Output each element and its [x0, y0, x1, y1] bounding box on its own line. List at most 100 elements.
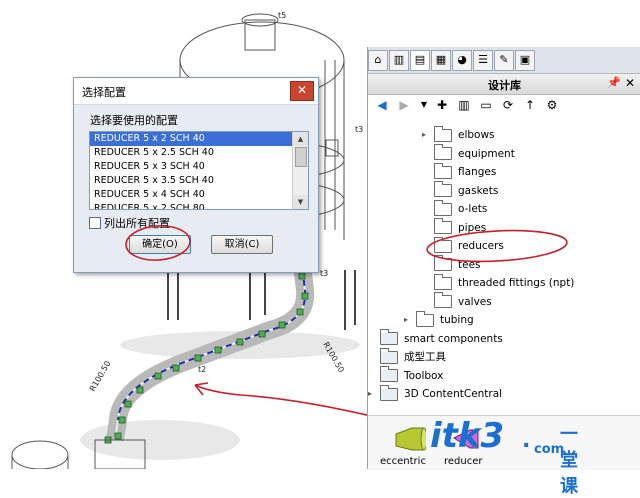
tree-item-smart-components[interactable]: smart components	[380, 329, 503, 348]
pane-toolbar: ◀ ▶ ▼ ✚ ▥ ▭ ⟳ ↑ ⚙	[368, 94, 640, 116]
new-folder-icon[interactable]: ▭	[478, 97, 494, 113]
dialog-title: 选择配置	[82, 86, 126, 99]
thumbnail-eccentric[interactable]: eccentric	[378, 422, 428, 468]
expand-icon[interactable]: ▸	[404, 311, 414, 329]
route-point-marker	[194, 354, 202, 362]
tree-item-label: Toolbox	[404, 369, 444, 382]
folder-icon	[380, 366, 398, 382]
folder-icon	[434, 236, 452, 253]
configuration-list-item[interactable]: REDUCER 5 x 2.5 SCH 40	[90, 146, 292, 160]
refresh-icon[interactable]: ⟳	[500, 97, 516, 113]
up-icon[interactable]: ↑	[522, 97, 538, 113]
design-library-icon[interactable]: ▤	[410, 50, 430, 71]
route-point-marker	[214, 346, 222, 354]
resources-icon[interactable]: ▥	[389, 50, 409, 71]
watermark-cn: 一堂课	[560, 424, 578, 497]
cancel-button[interactable]: 取消(C)	[211, 235, 273, 254]
tree-item-label: tees	[458, 258, 481, 271]
view-palette-icon[interactable]: ✎	[494, 50, 514, 71]
pane-title: 设计库	[488, 79, 521, 92]
route-point-marker	[118, 416, 126, 424]
folder-icon	[434, 255, 452, 271]
tree-item-label: pipes	[458, 221, 487, 234]
tag-label: t3	[320, 269, 328, 278]
close-icon[interactable]: ✕	[290, 81, 314, 101]
folder-icon	[380, 384, 398, 401]
forward-icon[interactable]: ▶	[396, 97, 412, 113]
route-point-marker	[124, 400, 132, 408]
ok-button[interactable]: 确定(O)	[129, 235, 191, 254]
select-configuration-dialog: 选择配置 ✕ 选择要使用的配置 REDUCER 5 x 2 SCH 40 REDU…	[73, 77, 319, 273]
tree-item-tubing[interactable]: ▸ tubing	[404, 310, 474, 329]
home-icon[interactable]: ⌂	[368, 50, 388, 71]
tree-item-label: 3D ContentCentral	[404, 388, 503, 400]
tree-item-label: elbows	[458, 129, 495, 141]
custom-properties-icon[interactable]: ☰	[473, 50, 493, 71]
tree-item-label: o-lets	[458, 203, 488, 215]
tree-item-threaded-fittings-npt-[interactable]: threaded fittings (npt)	[434, 273, 574, 292]
tree-item-flanges[interactable]: flanges	[434, 162, 497, 181]
back-icon[interactable]: ◀	[374, 97, 390, 113]
tree-item-elbows[interactable]: ▸ elbows	[422, 125, 495, 144]
show-all-configs-checkbox-row[interactable]: 列出所有配置	[89, 215, 170, 231]
expand-icon[interactable]: ▸	[422, 126, 432, 144]
tree-item-成型工具[interactable]: 成型工具	[380, 347, 446, 366]
pane-close-icon[interactable]: ✕	[625, 76, 635, 90]
folder-icon	[434, 218, 452, 234]
listbox-scrollbar[interactable]: ▲ ▼	[292, 132, 308, 209]
tree-item-o-lets[interactable]: o-lets	[434, 199, 488, 218]
options-icon[interactable]: ⚙	[544, 97, 560, 113]
route-point-marker	[154, 372, 162, 380]
folder-icon	[434, 199, 452, 216]
configuration-list-item[interactable]: REDUCER 5 x 3.5 SCH 40	[90, 174, 292, 188]
tag-label: t5	[278, 11, 286, 20]
configuration-list-item[interactable]: REDUCER 5 x 4 SCH 40	[90, 188, 292, 202]
tree-item-label: reducers	[458, 240, 504, 252]
history-dropdown-icon[interactable]: ▼	[416, 97, 432, 113]
tree-item-label: equipment	[458, 147, 515, 160]
watermark-brand: itk3	[430, 416, 505, 456]
dialog-titlebar[interactable]: 选择配置 ✕	[74, 78, 318, 105]
tree-item-gaskets[interactable]: gaskets	[434, 181, 498, 200]
watermark-dot: .	[522, 428, 531, 453]
tree-item-reducers[interactable]: reducers	[434, 236, 504, 255]
add-file-location-icon[interactable]: ▥	[456, 97, 472, 113]
folder-icon	[380, 347, 398, 364]
tree-item-label: 成型工具	[404, 351, 446, 363]
dimension-label: R100.50	[88, 359, 113, 393]
configuration-list-item[interactable]: REDUCER 5 x 3 SCH 40	[90, 160, 292, 174]
expand-icon[interactable]: ▸	[368, 385, 378, 403]
tree-item-equipment[interactable]: equipment	[434, 144, 515, 163]
tree-item-pipes[interactable]: pipes	[434, 218, 487, 237]
show-all-configs-label: 列出所有配置	[104, 217, 170, 230]
configuration-listbox[interactable]: REDUCER 5 x 2 SCH 40 REDUCER 5 x 2.5 SCH …	[89, 131, 309, 210]
folder-icon	[380, 329, 398, 345]
add-to-library-icon[interactable]: ✚	[434, 97, 450, 113]
tree-item-toolbox[interactable]: Toolbox	[380, 366, 444, 385]
folder-icon	[434, 181, 452, 197]
folder-icon	[416, 310, 434, 327]
scroll-thumb[interactable]	[295, 147, 307, 167]
scroll-down-icon[interactable]: ▼	[293, 195, 308, 209]
configuration-list-item[interactable]: REDUCER 5 x 2 SCH 80	[90, 202, 292, 209]
route-point-marker	[236, 338, 244, 346]
file-explorer-icon[interactable]: ▦	[431, 50, 451, 71]
route-point-marker	[172, 364, 180, 372]
show-all-configs-checkbox[interactable]	[89, 217, 101, 229]
tree-item-tees[interactable]: tees	[434, 255, 481, 274]
appearances-icon[interactable]: ◕	[452, 50, 472, 71]
pane-header: 设计库 📌 ✕	[368, 73, 640, 95]
route-point-marker	[298, 272, 306, 280]
configuration-list-item[interactable]: REDUCER 5 x 2 SCH 40	[90, 132, 292, 146]
tree-item-3d-contentcentral[interactable]: ▸ 3D ContentCentral	[368, 384, 503, 403]
tree-item-label: flanges	[458, 166, 497, 178]
tag-label: t3	[355, 125, 363, 134]
tag-label: t2	[198, 365, 206, 374]
design-library-pane: ⌂ ▥ ▤ ▦ ◕ ☰ ✎ ▣ 设计库 📌 ✕ ◀ ▶ ▼ ✚ ▥ ▭ ⟳ ↑ …	[367, 47, 640, 470]
route-point-marker	[278, 321, 286, 329]
pin-icon[interactable]: 📌	[607, 76, 621, 89]
folder-icon	[434, 292, 452, 308]
forum-icon[interactable]: ▣	[515, 50, 535, 71]
scroll-up-icon[interactable]: ▲	[293, 132, 308, 146]
tree-item-valves[interactable]: valves	[434, 292, 492, 311]
